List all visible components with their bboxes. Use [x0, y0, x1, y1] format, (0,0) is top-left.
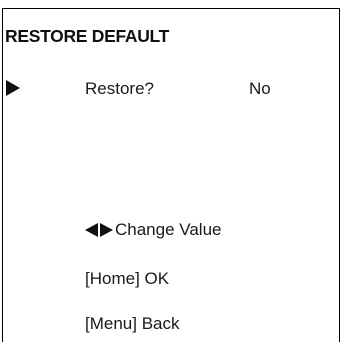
- change-value-hint: Change Value: [85, 220, 222, 240]
- selection-cursor-icon: [6, 80, 20, 96]
- menu-back-hint: [Menu] Back: [85, 314, 180, 333]
- menu-title: RESTORE DEFAULT: [5, 26, 170, 46]
- home-ok-hint: [Home] OK: [85, 269, 170, 288]
- restore-option-label[interactable]: Restore?: [85, 79, 154, 99]
- right-arrow-icon: [100, 223, 113, 237]
- change-value-label: Change Value: [115, 220, 222, 239]
- osd-menu-frame: [2, 8, 340, 342]
- restore-option-value[interactable]: No: [249, 79, 271, 99]
- left-arrow-icon: [85, 223, 98, 237]
